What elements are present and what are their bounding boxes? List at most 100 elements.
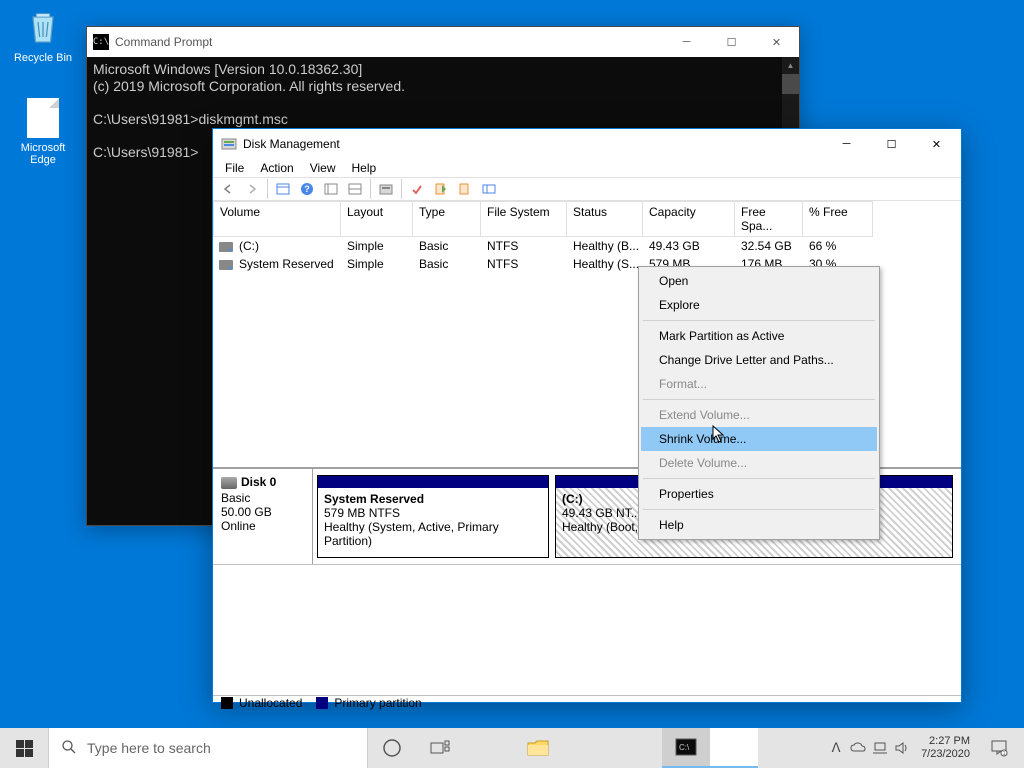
dm-title: Disk Management	[243, 137, 824, 151]
disk-label[interactable]: Disk 0 Basic 50.00 GB Online	[213, 469, 313, 564]
file-icon	[27, 98, 59, 138]
partition-header	[318, 476, 548, 488]
task-view-button[interactable]	[416, 728, 464, 768]
cell: Simple	[341, 237, 413, 255]
ctx-separator	[643, 399, 875, 400]
ctx-mark-active[interactable]: Mark Partition as Active	[641, 324, 877, 348]
desktop-icon-edge[interactable]: Microsoft Edge	[6, 98, 80, 166]
context-menu: Open Explore Mark Partition as Active Ch…	[638, 266, 880, 540]
cmd-titlebar[interactable]: C:\ Command Prompt ─ ☐ ✕	[87, 27, 799, 57]
maximize-button[interactable]: ☐	[709, 27, 754, 57]
tray-onedrive-icon[interactable]	[847, 728, 869, 768]
cortana-button[interactable]	[368, 728, 416, 768]
col-type[interactable]: Type	[413, 201, 481, 237]
cell: Simple	[341, 255, 413, 273]
ctx-open[interactable]: Open	[641, 269, 877, 293]
ctx-properties[interactable]: Properties	[641, 482, 877, 506]
tray-network-icon[interactable]	[869, 728, 891, 768]
cmd-line: Microsoft Windows [Version 10.0.18362.30…	[93, 61, 362, 77]
taskbar: Type here to search C:\ ᐱ 2:27 PM 7/23/2…	[0, 728, 1024, 768]
menu-view[interactable]: View	[302, 159, 344, 177]
menu-file[interactable]: File	[217, 159, 252, 177]
toolbar-btn[interactable]	[320, 178, 342, 200]
toolbar-btn[interactable]	[272, 178, 294, 200]
tray-chevron-icon[interactable]: ᐱ	[825, 728, 847, 768]
partition-title: System Reserved	[324, 492, 424, 506]
cell: (C:)	[239, 239, 259, 253]
toolbar-btn[interactable]	[344, 178, 366, 200]
start-button[interactable]	[0, 728, 48, 768]
disk-icon	[221, 477, 237, 489]
ctx-shrink-volume[interactable]: Shrink Volume...	[641, 427, 877, 451]
col-filesystem[interactable]: File System	[481, 201, 567, 237]
cell: 66 %	[803, 237, 873, 255]
disk-management-icon	[221, 136, 237, 152]
help-icon[interactable]: ?	[296, 178, 318, 200]
taskbar-explorer[interactable]	[514, 728, 562, 768]
col-layout[interactable]: Layout	[341, 201, 413, 237]
col-freespace[interactable]: Free Spa...	[735, 201, 803, 237]
ctx-explore[interactable]: Explore	[641, 293, 877, 317]
svg-text:1: 1	[1003, 751, 1006, 757]
system-tray: ᐱ 2:27 PM 7/23/2020 1	[825, 728, 1024, 768]
clock-date: 7/23/2020	[921, 748, 970, 761]
dm-titlebar[interactable]: Disk Management ─ ☐ ✕	[213, 129, 961, 159]
cmd-line: (c) 2019 Microsoft Corporation. All righ…	[93, 78, 405, 94]
partition-status: Healthy (System, Active, Primary Partiti…	[324, 520, 499, 548]
cmd-line: C:\Users\91981>diskmgmt.msc	[93, 111, 288, 127]
search-box[interactable]: Type here to search	[48, 728, 368, 768]
taskbar-diskmgmt[interactable]	[710, 728, 758, 768]
tray-volume-icon[interactable]	[891, 728, 913, 768]
desktop-icon-recycle-bin[interactable]: Recycle Bin	[6, 6, 80, 64]
partition-title: (C:)	[562, 492, 583, 506]
ctx-format: Format...	[641, 372, 877, 396]
ctx-separator	[643, 478, 875, 479]
partition-size: 579 MB NTFS	[324, 506, 400, 520]
cell: Healthy (B...	[567, 237, 643, 255]
cell: 32.54 GB	[735, 237, 803, 255]
disk-state: Online	[221, 519, 304, 533]
col-status[interactable]: Status	[567, 201, 643, 237]
cell: System Reserved	[239, 257, 334, 271]
toolbar-btn[interactable]	[406, 178, 428, 200]
search-placeholder: Type here to search	[87, 740, 211, 756]
close-button[interactable]: ✕	[754, 27, 799, 57]
forward-button[interactable]	[241, 178, 263, 200]
toolbar-btn[interactable]	[430, 178, 452, 200]
dm-toolbar: ?	[213, 177, 961, 201]
taskbar-clock[interactable]: 2:27 PM 7/23/2020	[913, 735, 978, 761]
svg-text:?: ?	[304, 184, 310, 194]
desktop-icon-label: Recycle Bin	[6, 52, 80, 64]
col-volume[interactable]: Volume	[213, 201, 341, 237]
ctx-separator	[643, 320, 875, 321]
ctx-help[interactable]: Help	[641, 513, 877, 537]
recycle-bin-icon	[22, 6, 64, 48]
taskbar-cmd[interactable]: C:\	[662, 728, 710, 768]
cell: NTFS	[481, 255, 567, 273]
cmd-line: C:\Users\91981>	[93, 144, 198, 160]
partition-system-reserved[interactable]: System Reserved 579 MB NTFS Healthy (Sys…	[317, 475, 549, 558]
maximize-button[interactable]: ☐	[869, 129, 914, 159]
cell: NTFS	[481, 237, 567, 255]
drive-icon	[219, 242, 233, 252]
minimize-button[interactable]: ─	[824, 129, 869, 159]
close-button[interactable]: ✕	[914, 129, 959, 159]
col-percentfree[interactable]: % Free	[803, 201, 873, 237]
cmd-icon: C:\	[93, 34, 109, 50]
cell: Healthy (S...	[567, 255, 643, 273]
back-button[interactable]	[217, 178, 239, 200]
drive-icon	[219, 260, 233, 270]
ctx-change-drive-letter[interactable]: Change Drive Letter and Paths...	[641, 348, 877, 372]
menu-help[interactable]: Help	[344, 159, 385, 177]
cell: 49.43 GB	[643, 237, 735, 255]
volume-row[interactable]: (C:) Simple Basic NTFS Healthy (B... 49.…	[213, 237, 961, 255]
toolbar-btn[interactable]	[478, 178, 500, 200]
partition-size: 49.43 GB NT...	[562, 506, 641, 520]
disk-type: Basic	[221, 491, 304, 505]
minimize-button[interactable]: ─	[664, 27, 709, 57]
col-capacity[interactable]: Capacity	[643, 201, 735, 237]
toolbar-btn[interactable]	[375, 178, 397, 200]
menu-action[interactable]: Action	[252, 159, 301, 177]
toolbar-btn[interactable]	[454, 178, 476, 200]
action-center-button[interactable]: 1	[978, 728, 1020, 768]
